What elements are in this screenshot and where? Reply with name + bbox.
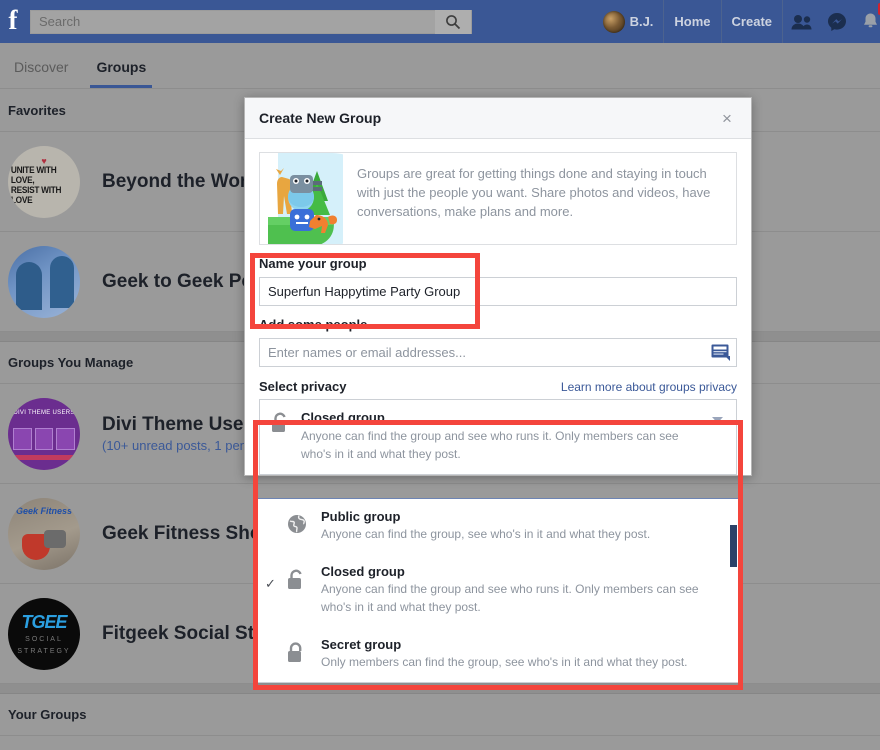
avatar-line-1: DIVI THEME USERS <box>8 410 80 416</box>
locked-padlock-icon <box>287 637 321 671</box>
dropdown-scrollbar-thumb[interactable] <box>730 525 737 567</box>
privacy-option-secret-group[interactable]: Secret group Only members can find the g… <box>257 627 739 682</box>
globe-icon <box>287 509 321 543</box>
unlocked-padlock-icon <box>287 564 321 616</box>
group-avatar: ♥ UNITE WITH LOVE, RESIST WITH LOVE <box>8 146 80 218</box>
privacy-option-title: Closed group <box>321 564 705 579</box>
profile-name: B.J. <box>630 0 654 43</box>
privacy-option-text: Public group Anyone can find the group, … <box>321 509 727 543</box>
top-navigation-bar: f B.J. Home Create <box>0 0 880 43</box>
avatar <box>603 11 625 33</box>
avatar-decor <box>13 428 75 450</box>
section-heading-your-groups: Your Groups <box>0 694 880 736</box>
dialog-title: Create New Group <box>259 110 717 126</box>
avatar-line-1: UNITE WITH LOVE, <box>11 165 77 185</box>
privacy-selected-desc: Anyone can find the group and see who ru… <box>301 427 709 463</box>
privacy-option-title: Public group <box>321 509 705 524</box>
profile-link[interactable]: B.J. <box>603 0 665 43</box>
checkmark-icon: ✓ <box>265 564 287 616</box>
privacy-option-text: Closed group Anyone can find the group a… <box>321 564 727 616</box>
top-nav-icons: 1 <box>783 12 880 32</box>
select-privacy-label: Select privacy <box>259 379 561 394</box>
create-new-group-dialog: Create New Group × <box>244 97 752 476</box>
friend-requests-icon[interactable] <box>791 14 813 30</box>
groups-promo-panel: Groups are great for getting things done… <box>259 152 737 245</box>
privacy-option-desc: Only members can find the group, see who… <box>321 653 705 671</box>
contact-card-icon[interactable] <box>711 343 730 361</box>
create-link[interactable]: Create <box>722 0 783 43</box>
tab-groups[interactable]: Groups <box>82 59 160 88</box>
privacy-selected-title: Closed group <box>301 410 709 425</box>
unlocked-padlock-icon <box>271 410 299 463</box>
avatar-line-2: SOCIAL <box>8 636 80 643</box>
search-input[interactable] <box>31 11 435 33</box>
home-link[interactable]: Home <box>664 0 721 43</box>
section-divider <box>0 684 880 694</box>
group-avatar: TGEE SOCIAL STRATEGY <box>8 598 80 670</box>
close-icon[interactable]: × <box>717 108 737 128</box>
avatar-line-2: RESIST WITH LOVE <box>11 185 77 205</box>
dialog-body: Groups are great for getting things done… <box>245 139 751 475</box>
privacy-option-desc: Anyone can find the group and see who ru… <box>321 580 705 616</box>
privacy-selected-option[interactable]: Closed group Anyone can find the group a… <box>260 400 736 474</box>
messenger-icon[interactable] <box>827 12 847 32</box>
privacy-option-public-group[interactable]: Public group Anyone can find the group, … <box>257 499 739 554</box>
privacy-option-text: Secret group Only members can find the g… <box>321 637 727 671</box>
add-people-input[interactable] <box>259 338 737 367</box>
avatar-line-1: Geek Fitness <box>8 506 80 516</box>
group-avatar: DIVI THEME USERS <box>8 398 80 470</box>
privacy-option-closed-group[interactable]: ✓ Closed group Anyone can find the group… <box>257 554 739 627</box>
avatar-stripe <box>8 455 80 460</box>
privacy-dropdown-menu[interactable]: Public group Anyone can find the group, … <box>256 498 740 683</box>
privacy-option-title: Secret group <box>321 637 705 652</box>
privacy-selected-text: Closed group Anyone can find the group a… <box>299 410 709 463</box>
group-avatar: Geek Fitness <box>8 498 80 570</box>
dialog-header: Create New Group × <box>245 98 751 139</box>
heart-icon: ♥ <box>41 158 46 165</box>
groups-tab-bar: Discover Groups <box>0 43 880 89</box>
groups-illustration-icon <box>260 153 343 244</box>
notifications-icon[interactable]: 1 <box>861 12 880 31</box>
name-your-group-label: Name your group <box>259 256 737 271</box>
weight-icon <box>44 530 66 548</box>
add-some-people-label: Add some people <box>259 317 737 332</box>
group-name-input[interactable] <box>259 277 737 306</box>
check-placeholder <box>265 637 287 671</box>
check-placeholder <box>265 509 287 543</box>
privacy-section-header: Select privacy Learn more about groups p… <box>259 379 737 394</box>
search-button[interactable] <box>435 10 471 34</box>
group-avatar <box>8 246 80 318</box>
search-bar[interactable] <box>30 10 472 34</box>
avatar-line-3: STRATEGY <box>8 648 80 655</box>
promo-text: Groups are great for getting things done… <box>343 153 736 244</box>
privacy-select-box[interactable]: Closed group Anyone can find the group a… <box>259 399 737 475</box>
privacy-option-desc: Anyone can find the group, see who's in … <box>321 525 705 543</box>
chevron-down-icon[interactable] <box>709 410 725 463</box>
top-nav-right-group: B.J. Home Create <box>603 0 880 43</box>
tab-discover[interactable]: Discover <box>0 59 82 88</box>
facebook-logo-icon[interactable]: f <box>0 0 26 43</box>
learn-more-about-groups-privacy-link[interactable]: Learn more about groups privacy <box>561 380 737 394</box>
avatar-line-1: TGEE <box>8 612 80 633</box>
add-people-field-wrapper <box>259 338 737 367</box>
facebook-groups-page: f B.J. Home Create <box>0 0 880 750</box>
search-icon <box>445 14 461 30</box>
